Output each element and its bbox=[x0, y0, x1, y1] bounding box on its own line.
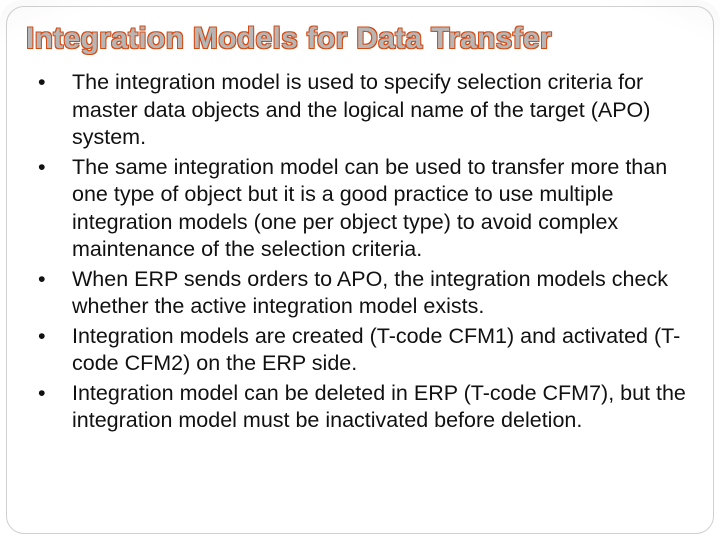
bullet-list: • The integration model is used to speci… bbox=[32, 69, 690, 435]
bullet-text: Integration models are created (T-code C… bbox=[72, 323, 690, 378]
bullet-text: The integration model is used to specify… bbox=[72, 69, 690, 152]
slide: Integration Models for Data Transfer • T… bbox=[0, 0, 720, 540]
bullet-text: Integration model can be deleted in ERP … bbox=[72, 380, 690, 435]
list-item: • Integration model can be deleted in ER… bbox=[32, 380, 690, 435]
bullet-dot-icon: • bbox=[32, 266, 72, 294]
list-item: • The integration model is used to speci… bbox=[32, 69, 690, 152]
list-item: • When ERP sends orders to APO, the inte… bbox=[32, 266, 690, 321]
list-item: • The same integration model can be used… bbox=[32, 154, 690, 264]
bullet-text: When ERP sends orders to APO, the integr… bbox=[72, 266, 690, 321]
bullet-text: The same integration model can be used t… bbox=[72, 154, 690, 264]
bullet-dot-icon: • bbox=[32, 154, 72, 182]
bullet-dot-icon: • bbox=[32, 380, 72, 408]
slide-title: Integration Models for Data Transfer bbox=[26, 22, 698, 55]
bullet-dot-icon: • bbox=[32, 69, 72, 97]
list-item: • Integration models are created (T-code… bbox=[32, 323, 690, 378]
bullet-dot-icon: • bbox=[32, 323, 72, 351]
